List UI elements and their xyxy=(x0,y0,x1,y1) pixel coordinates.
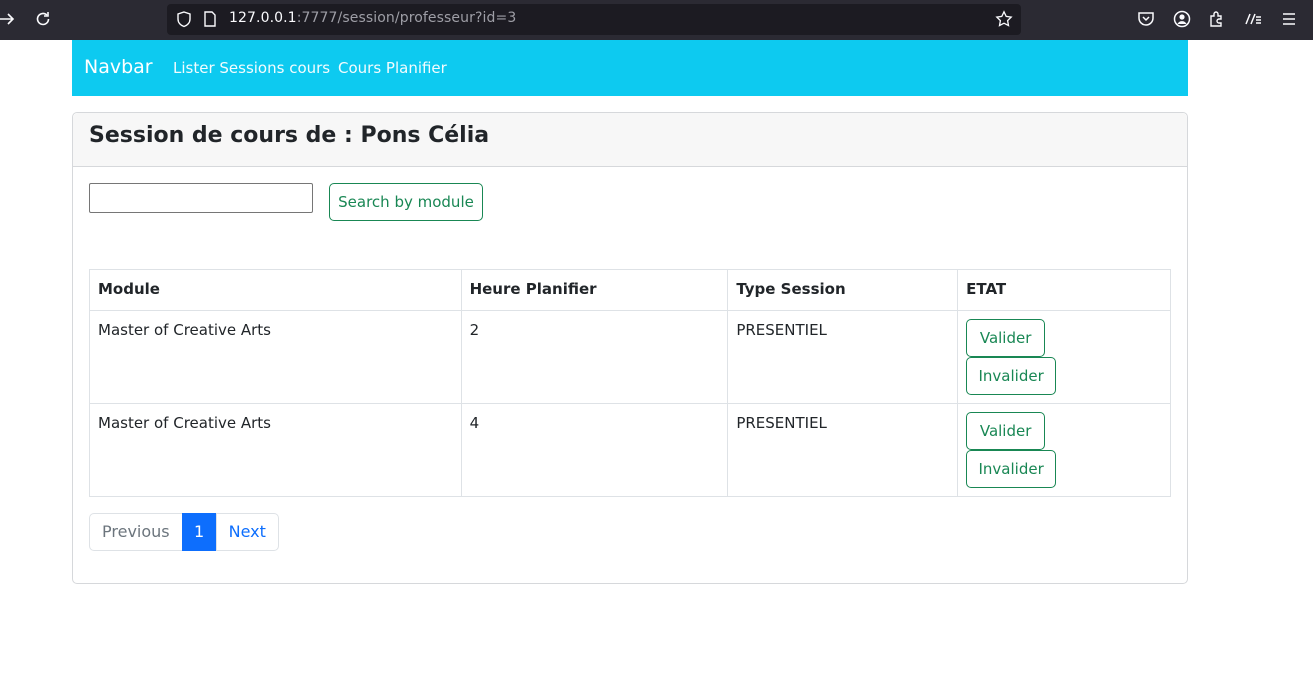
cell-module: Master of Creative Arts xyxy=(89,403,462,497)
nav-link-cours-planifier[interactable]: Cours Planifier xyxy=(338,59,447,77)
cell-heure: 4 xyxy=(460,403,729,497)
cell-type: PRESENTIEL xyxy=(727,310,959,404)
page-icon[interactable] xyxy=(201,10,219,28)
cell-etat: Valider Invalider xyxy=(957,403,1171,497)
column-header-heure: Heure Planifier xyxy=(460,269,729,311)
cell-heure: 2 xyxy=(460,310,729,404)
cell-type: PRESENTIEL xyxy=(727,403,959,497)
valider-button[interactable]: Valider xyxy=(966,319,1046,357)
card-header: Session de cours de : Pons Célia xyxy=(73,113,1187,167)
valider-button[interactable]: Valider xyxy=(966,412,1046,450)
app-navbar: Navbar Lister Sessions cours Cours Plani… xyxy=(72,40,1188,96)
column-header-module: Module xyxy=(89,269,462,311)
invalider-button[interactable]: Invalider xyxy=(966,357,1057,395)
invalider-button[interactable]: Invalider xyxy=(966,450,1057,488)
nav-link-lister-sessions[interactable]: Lister Sessions cours xyxy=(173,59,330,77)
column-header-etat: ETAT xyxy=(957,269,1171,311)
browser-toolbar: 127.0.0.1:7777/session/professeur?id=3 xyxy=(0,0,1313,40)
page-title: Session de cours de : Pons Célia xyxy=(89,123,490,148)
pagination: Previous 1 Next xyxy=(89,513,279,551)
menu-icon[interactable] xyxy=(1279,9,1299,29)
table-row: Master of Creative Arts 2 PRESENTIEL Val… xyxy=(89,310,1171,404)
shield-icon[interactable] xyxy=(175,10,193,28)
pagination-previous[interactable]: Previous xyxy=(89,513,183,551)
extensions-icon[interactable] xyxy=(1207,9,1227,29)
column-header-type: Type Session xyxy=(727,269,959,311)
pagination-page-current[interactable]: 1 xyxy=(181,513,217,551)
sessions-table: Module Heure Planifier Type Session ETAT… xyxy=(89,269,1171,497)
account-icon[interactable] xyxy=(1172,9,1192,29)
pocket-icon[interactable] xyxy=(1136,9,1156,29)
cell-module: Master of Creative Arts xyxy=(89,310,462,404)
address-bar[interactable]: 127.0.0.1:7777/session/professeur?id=3 xyxy=(167,4,1021,35)
forward-icon[interactable] xyxy=(0,8,18,30)
reload-icon[interactable] xyxy=(32,8,54,30)
navbar-brand[interactable]: Navbar xyxy=(84,56,153,78)
table-header-row: Module Heure Planifier Type Session ETAT xyxy=(89,269,1171,311)
reader-view-icon[interactable] xyxy=(1243,9,1263,29)
url-text[interactable]: 127.0.0.1:7777/session/professeur?id=3 xyxy=(229,10,516,26)
session-card: Session de cours de : Pons Célia Search … xyxy=(72,112,1188,584)
bookmark-star-icon[interactable] xyxy=(995,10,1013,28)
table-row: Master of Creative Arts 4 PRESENTIEL Val… xyxy=(89,403,1171,497)
cell-etat: Valider Invalider xyxy=(957,310,1171,404)
search-input[interactable] xyxy=(89,183,313,213)
pagination-next[interactable]: Next xyxy=(215,513,279,551)
search-by-module-button[interactable]: Search by module xyxy=(329,183,483,221)
